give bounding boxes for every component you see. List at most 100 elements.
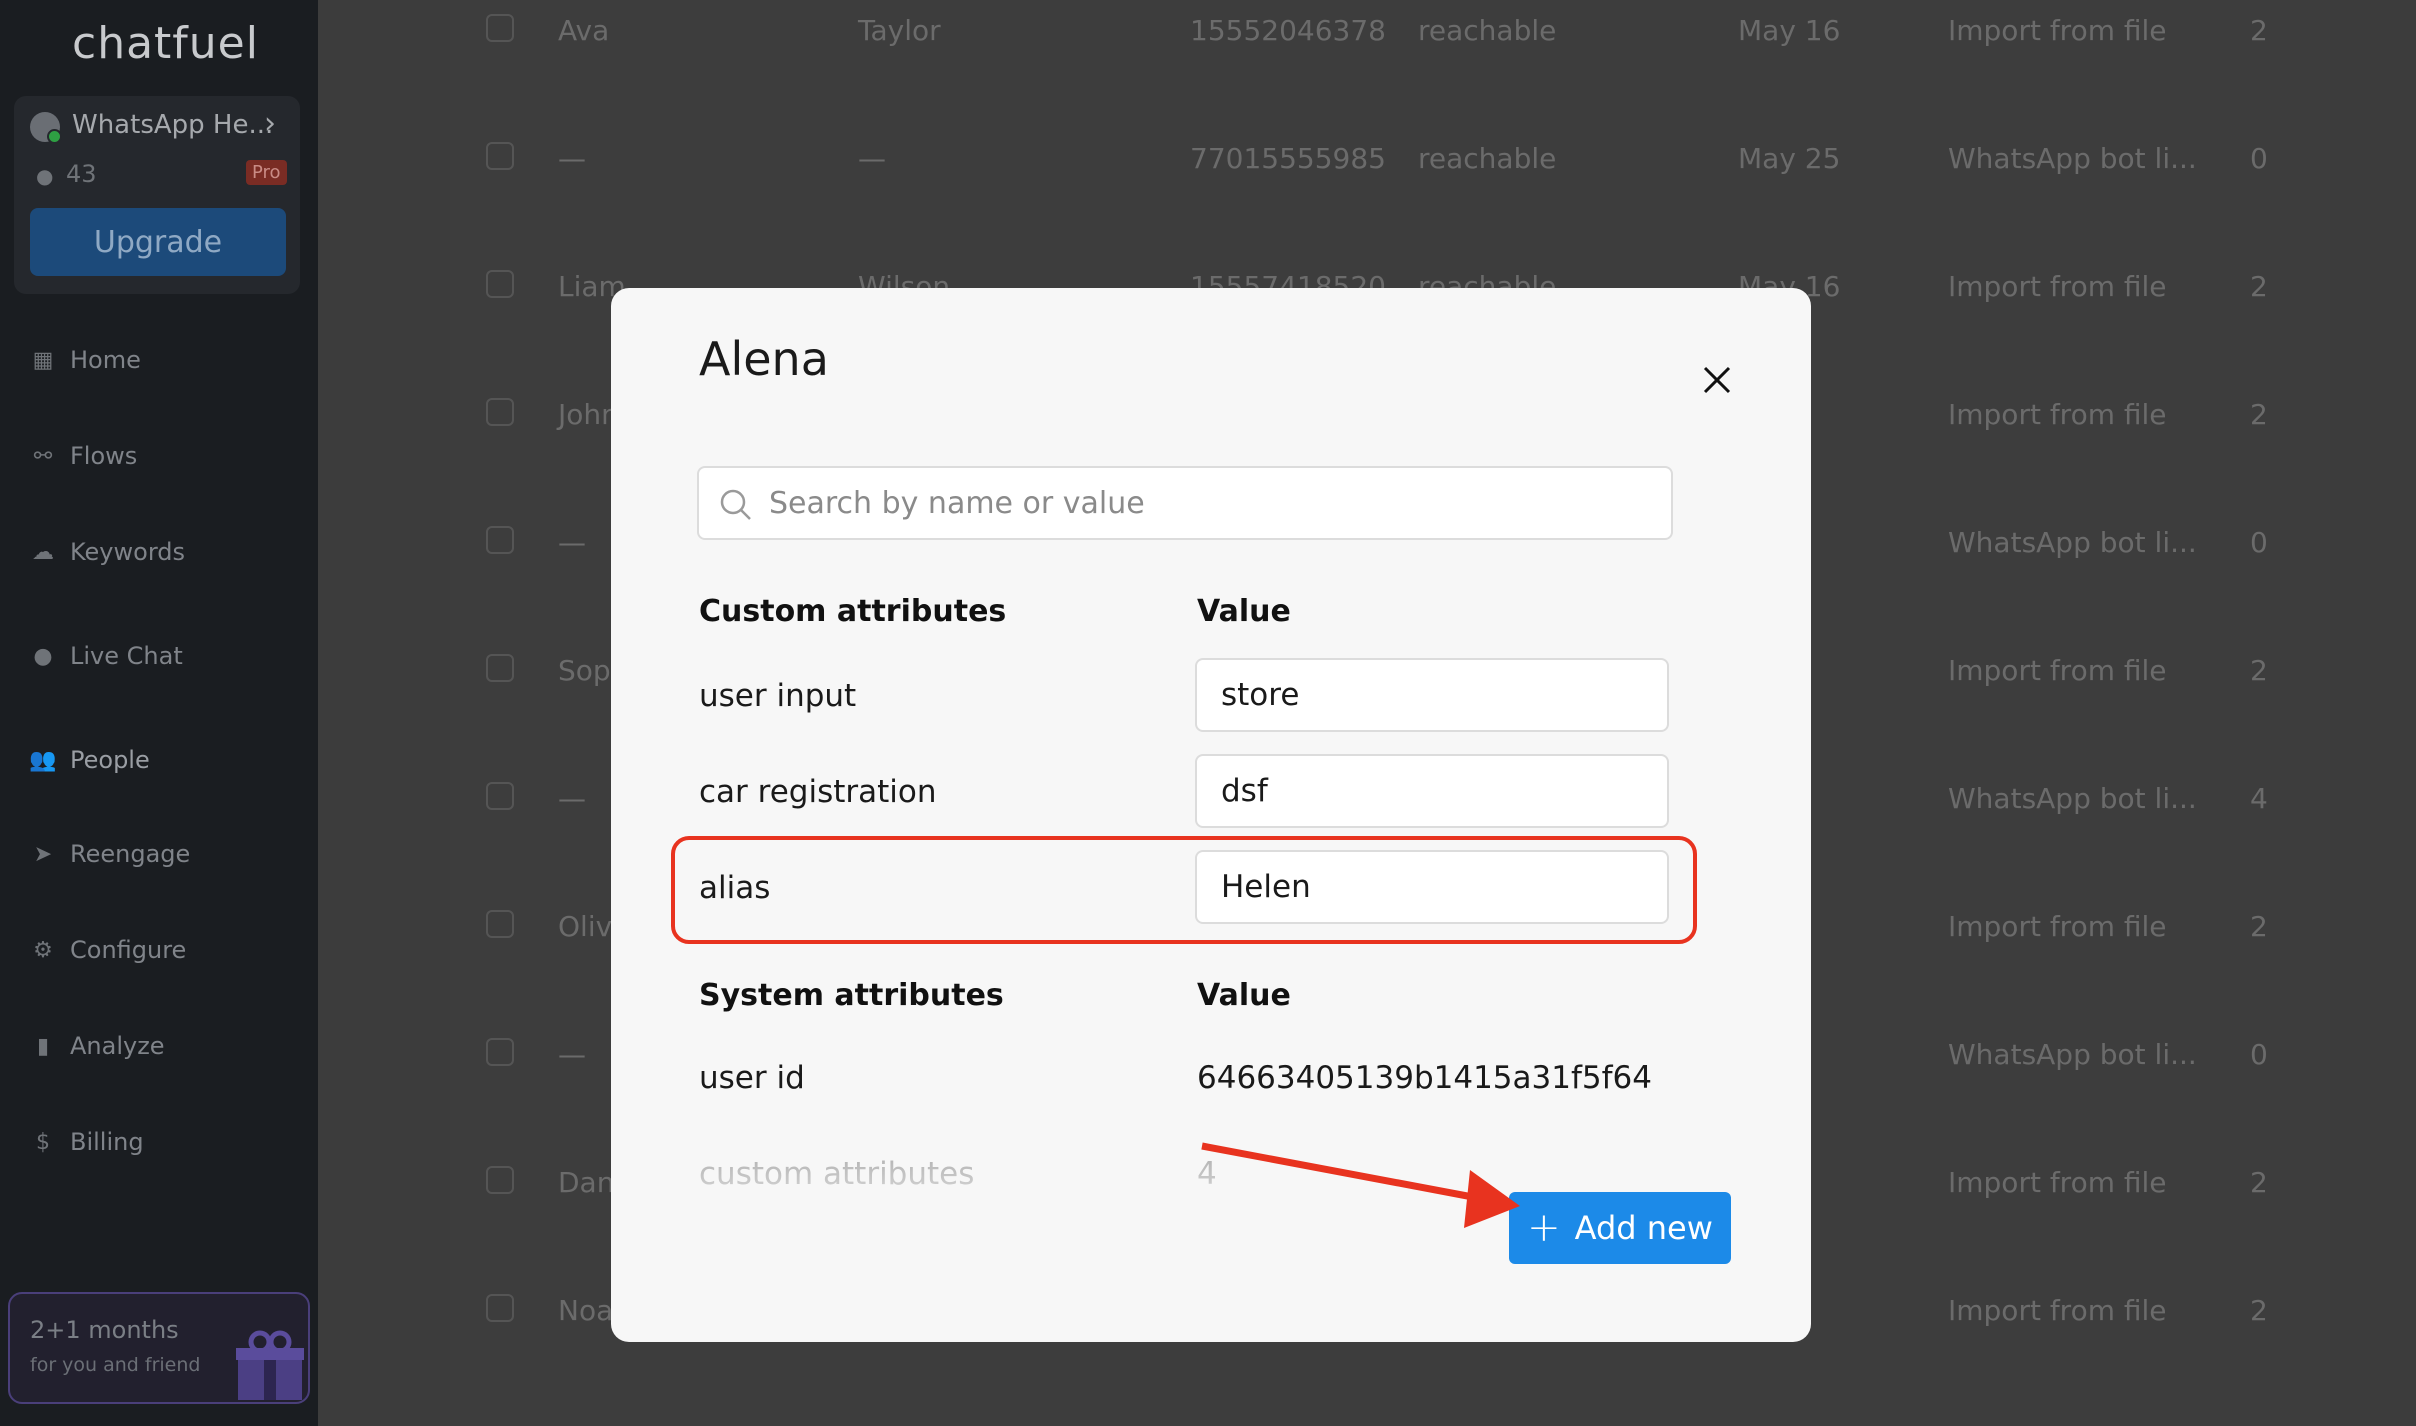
- promo-title: 2+1 months: [30, 1316, 179, 1344]
- cell-date: May 25: [1738, 142, 1841, 175]
- billing-icon: $: [36, 1129, 50, 1155]
- system-attributes-header: System attributes: [699, 978, 1004, 1013]
- row-checkbox[interactable]: [486, 1166, 514, 1194]
- add-new-label: Add new: [1574, 1209, 1713, 1247]
- attr-value-car-registration[interactable]: [1195, 754, 1669, 828]
- cell-count: 4: [2250, 782, 2268, 815]
- cell-first: —: [558, 782, 586, 815]
- attr-name-user-input: user input: [699, 678, 857, 714]
- cell-source: Import from file: [1948, 910, 2167, 943]
- bot-count: 43: [66, 160, 97, 188]
- cell-first: —: [558, 142, 586, 175]
- cell-count: 0: [2250, 526, 2268, 559]
- sidebar-item-label: Home: [70, 346, 141, 374]
- search-field[interactable]: [697, 466, 1673, 540]
- gift-icon: [236, 1330, 304, 1400]
- sys-attr-value-custom-attributes: 4: [1197, 1156, 1217, 1192]
- alias-highlight-box: [671, 836, 1697, 944]
- gear-icon: ⚙: [33, 937, 53, 963]
- sidebar-item-label: Analyze: [70, 1032, 165, 1060]
- sys-attr-value-user-id: 64663405139b1415a31f5f64: [1197, 1060, 1652, 1096]
- logo: chatfuel: [72, 18, 259, 69]
- cell-count: 2: [2250, 1166, 2268, 1199]
- cell-first: Ava: [558, 14, 610, 47]
- sidebar: chatfuel WhatsApp He... › ● 43 Pro Upgra…: [0, 0, 318, 1426]
- cell-first: —: [558, 526, 586, 559]
- sidebar-item-live-chat[interactable]: ● Live Chat: [28, 636, 183, 676]
- sidebar-item-label: Live Chat: [70, 642, 183, 670]
- sidebar-item-reengage[interactable]: ➤ Reengage: [28, 834, 191, 874]
- bot-name[interactable]: WhatsApp He...: [72, 110, 273, 140]
- chart-icon: ▮: [36, 1033, 50, 1059]
- sidebar-item-billing[interactable]: $ Billing: [28, 1122, 144, 1162]
- promo-banner[interactable]: 2+1 months for you and friend: [8, 1292, 310, 1404]
- cell-source: WhatsApp bot li...: [1948, 526, 2197, 559]
- sidebar-item-label: Billing: [70, 1128, 144, 1156]
- row-checkbox[interactable]: [486, 270, 514, 298]
- sidebar-item-home[interactable]: ▦ Home: [28, 340, 141, 380]
- flows-icon: ⚯: [33, 443, 53, 469]
- table-row[interactable]: — — 77015555985 reachable May 25 WhatsApp bot…: [450, 142, 2330, 270]
- cell-last: Taylor: [858, 14, 941, 47]
- attr-name-car-registration: car registration: [699, 774, 937, 810]
- home-icon: ▦: [32, 347, 54, 373]
- sidebar-item-analyze[interactable]: ▮ Analyze: [28, 1026, 165, 1066]
- upgrade-button[interactable]: Upgrade: [30, 208, 286, 276]
- promo-subtitle: for you and friend: [30, 1354, 201, 1376]
- chat-bubble-icon: ●: [36, 164, 54, 188]
- cell-status: reachable: [1418, 14, 1557, 47]
- bot-avatar: [30, 112, 62, 144]
- row-checkbox[interactable]: [486, 782, 514, 810]
- cell-first: Noa: [558, 1294, 614, 1327]
- cell-count: 2: [2250, 1294, 2268, 1327]
- chat-icon: ●: [33, 643, 53, 669]
- cell-first: Sop: [558, 654, 611, 687]
- search-input[interactable]: [769, 476, 1649, 530]
- sidebar-item-label: Flows: [70, 442, 138, 470]
- sidebar-item-flows[interactable]: ⚯ Flows: [28, 436, 138, 476]
- sys-attr-name-user-id: user id: [699, 1060, 805, 1096]
- cell-source: WhatsApp bot li...: [1948, 142, 2197, 175]
- sidebar-item-configure[interactable]: ⚙ Configure: [28, 930, 186, 970]
- cell-count: 2: [2250, 270, 2268, 303]
- cell-source: Import from file: [1948, 1294, 2167, 1327]
- cell-first: —: [558, 1038, 586, 1071]
- cell-source: Import from file: [1948, 1166, 2167, 1199]
- cell-status: reachable: [1418, 142, 1557, 175]
- cell-source: WhatsApp bot li...: [1948, 1038, 2197, 1071]
- system-value-header: Value: [1197, 978, 1291, 1013]
- cell-count: 0: [2250, 142, 2268, 175]
- search-icon: [720, 489, 751, 520]
- cell-count: 2: [2250, 654, 2268, 687]
- row-checkbox[interactable]: [486, 654, 514, 682]
- sidebar-item-keywords[interactable]: ☁ Keywords: [28, 532, 185, 572]
- row-checkbox[interactable]: [486, 1294, 514, 1322]
- table-row[interactable]: Ava Taylor 15552046378 reachable May 16 Impor…: [450, 14, 2330, 142]
- chevron-right-icon[interactable]: ›: [264, 106, 276, 141]
- add-new-button[interactable]: + Add new: [1509, 1192, 1731, 1264]
- close-icon[interactable]: [1695, 358, 1739, 402]
- row-checkbox[interactable]: [486, 910, 514, 938]
- keywords-icon: ☁: [32, 539, 54, 565]
- sidebar-item-people[interactable]: 👥 People: [28, 740, 150, 780]
- row-checkbox[interactable]: [486, 1038, 514, 1066]
- sidebar-item-label: Keywords: [70, 538, 186, 566]
- sys-attr-name-custom-attributes: custom attributes: [699, 1156, 975, 1192]
- sidebar-item-label: People: [70, 746, 150, 774]
- plus-icon: +: [1527, 1205, 1561, 1251]
- cell-phone: 77015555985: [1190, 142, 1386, 175]
- pro-badge: Pro: [246, 160, 287, 185]
- send-icon: ➤: [33, 841, 53, 867]
- custom-attributes-header: Custom attributes: [699, 594, 1007, 629]
- bot-card[interactable]: WhatsApp He... › ● 43 Pro Upgrade: [14, 96, 300, 294]
- cell-source: Import from file: [1948, 270, 2167, 303]
- row-checkbox[interactable]: [486, 526, 514, 554]
- row-checkbox[interactable]: [486, 398, 514, 426]
- sidebar-item-label: Configure: [70, 936, 187, 964]
- row-checkbox[interactable]: [486, 142, 514, 170]
- cell-first: John: [558, 398, 619, 431]
- value-header: Value: [1197, 594, 1291, 629]
- row-checkbox[interactable]: [486, 14, 514, 42]
- attr-value-user-input[interactable]: [1195, 658, 1669, 732]
- cell-date: May 16: [1738, 14, 1841, 47]
